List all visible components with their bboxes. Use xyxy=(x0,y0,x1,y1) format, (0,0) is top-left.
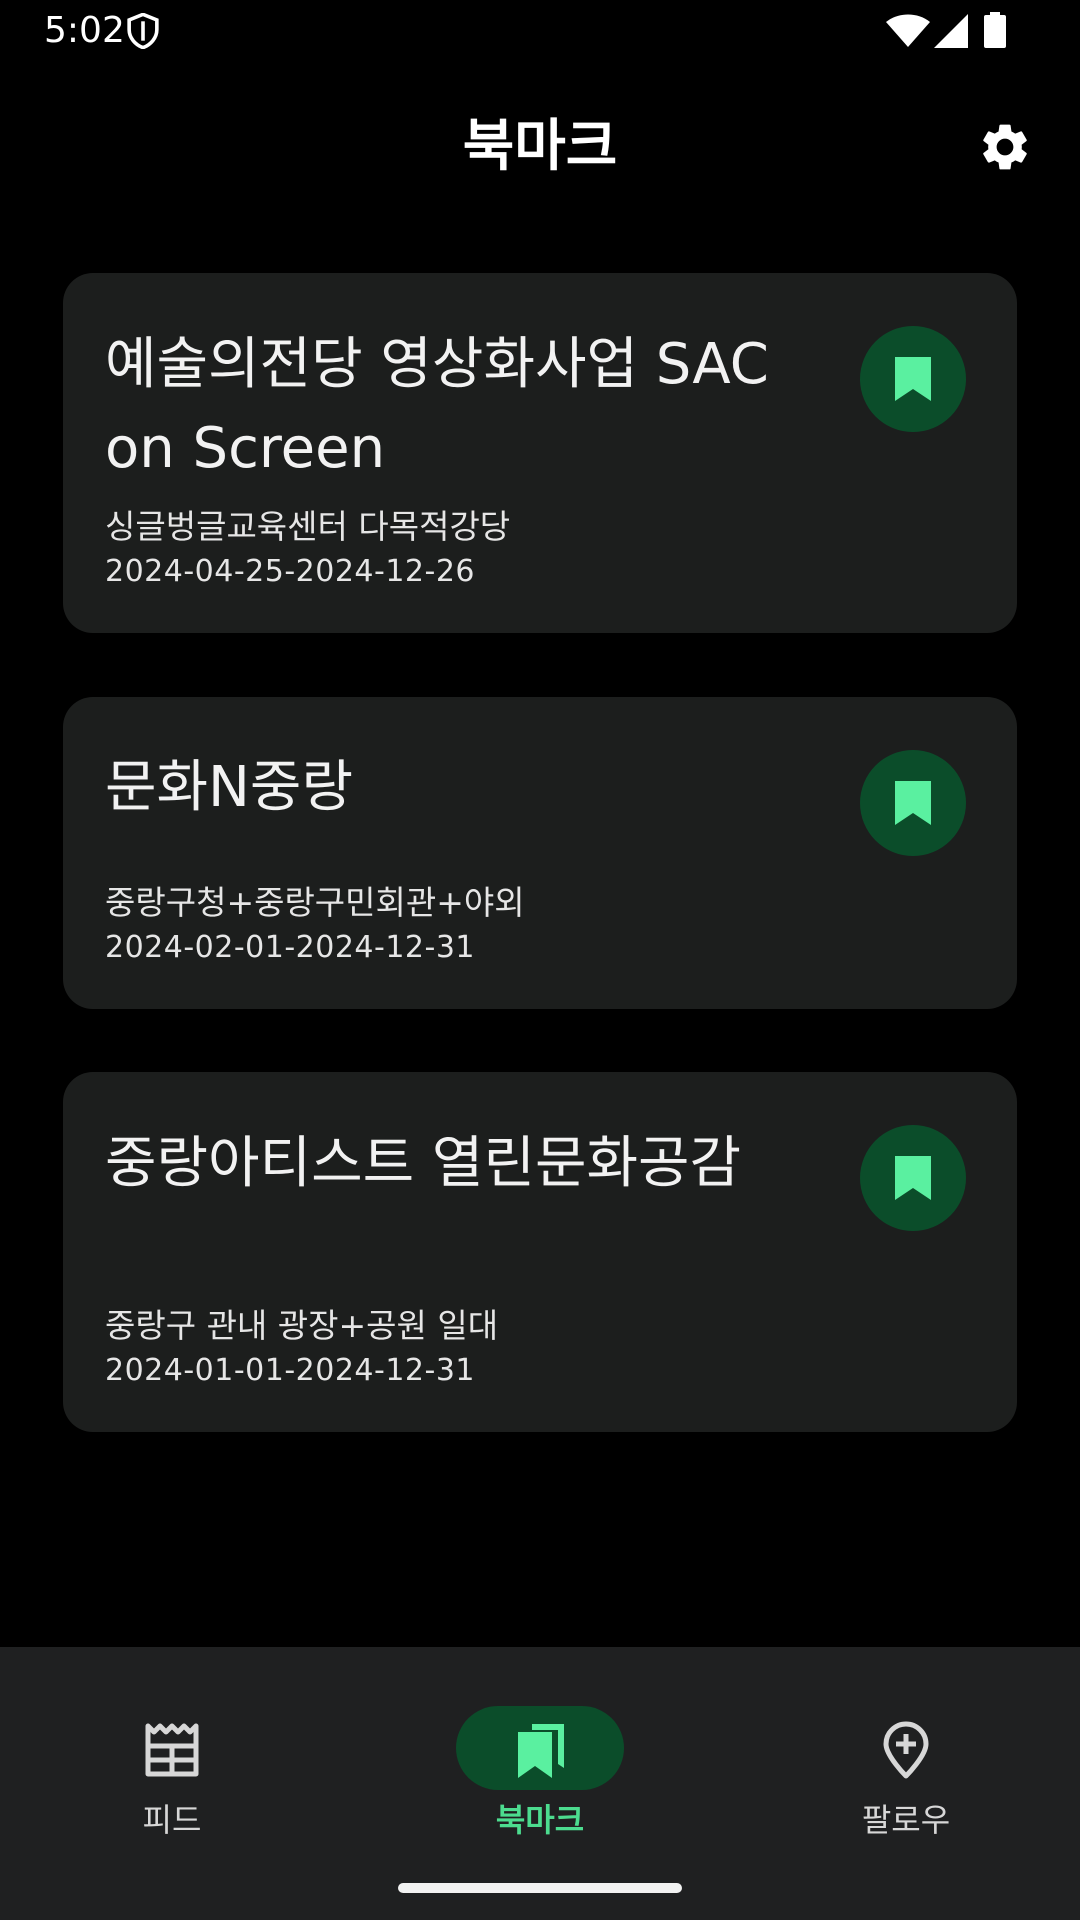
event-place: 중랑구 관내 광장+공원 일대 xyxy=(105,1306,499,1345)
event-title: 문화N중랑 xyxy=(105,755,353,820)
nav-item-follow[interactable]: 팔로우 xyxy=(796,1677,1016,1839)
page-title: 북마크 xyxy=(462,114,618,179)
nav-label-feed: 피드 xyxy=(142,1801,202,1839)
event-dates: 2024-01-01-2024-12-31 xyxy=(105,1353,476,1388)
feed-icon xyxy=(145,1723,199,1777)
event-card[interactable]: 문화N중랑 중랑구청+중랑구민회관+야외 2024-02-01-2024-12-… xyxy=(63,697,1017,1009)
bottom-navigation: 피드 북마크 팔로우 xyxy=(0,1647,1080,1920)
wifi-icon xyxy=(886,14,930,47)
nav-item-bookmarks[interactable]: 북마크 xyxy=(430,1677,650,1839)
event-title: 중랑아티스트 열린문화공감 xyxy=(105,1131,742,1196)
bookmark-button[interactable] xyxy=(860,1125,966,1231)
signal-icon xyxy=(934,14,968,48)
nav-item-feed[interactable]: 피드 xyxy=(62,1677,282,1839)
event-place: 중랑구청+중랑구민회관+야외 xyxy=(105,883,525,922)
top-app-bar: 북마크 xyxy=(0,62,1080,234)
bookmark-icon xyxy=(895,781,931,825)
status-time: 5:02 xyxy=(44,10,125,51)
settings-button[interactable] xyxy=(972,114,1038,180)
bookmark-icon xyxy=(895,1156,931,1200)
event-dates: 2024-02-01-2024-12-31 xyxy=(105,930,476,965)
home-indicator[interactable] xyxy=(398,1883,682,1893)
bookmark-button[interactable] xyxy=(860,750,966,856)
event-title: 예술의전당 영상화사업 SAC on Screen xyxy=(105,332,769,481)
battery-icon xyxy=(984,12,1006,48)
bookmark-button[interactable] xyxy=(860,326,966,432)
event-card[interactable]: 예술의전당 영상화사업 SAC on Screen 싱글벙글교육센터 다목적강당… xyxy=(63,273,1017,633)
nav-label-bookmarks: 북마크 xyxy=(495,1801,585,1839)
event-dates: 2024-04-25-2024-12-26 xyxy=(105,554,476,589)
location-add-icon xyxy=(883,1721,929,1779)
bookmarks-icon xyxy=(518,1724,564,1778)
bookmark-icon xyxy=(895,357,931,401)
nav-label-follow: 팔로우 xyxy=(861,1801,951,1839)
event-place: 싱글벙글교육센터 다목적강당 xyxy=(105,507,511,546)
event-card[interactable]: 중랑아티스트 열린문화공감 중랑구 관내 광장+공원 일대 2024-01-01… xyxy=(63,1072,1017,1432)
gear-icon xyxy=(983,124,1027,170)
shield-icon xyxy=(127,13,159,49)
status-bar: 5:02 xyxy=(0,0,1080,62)
